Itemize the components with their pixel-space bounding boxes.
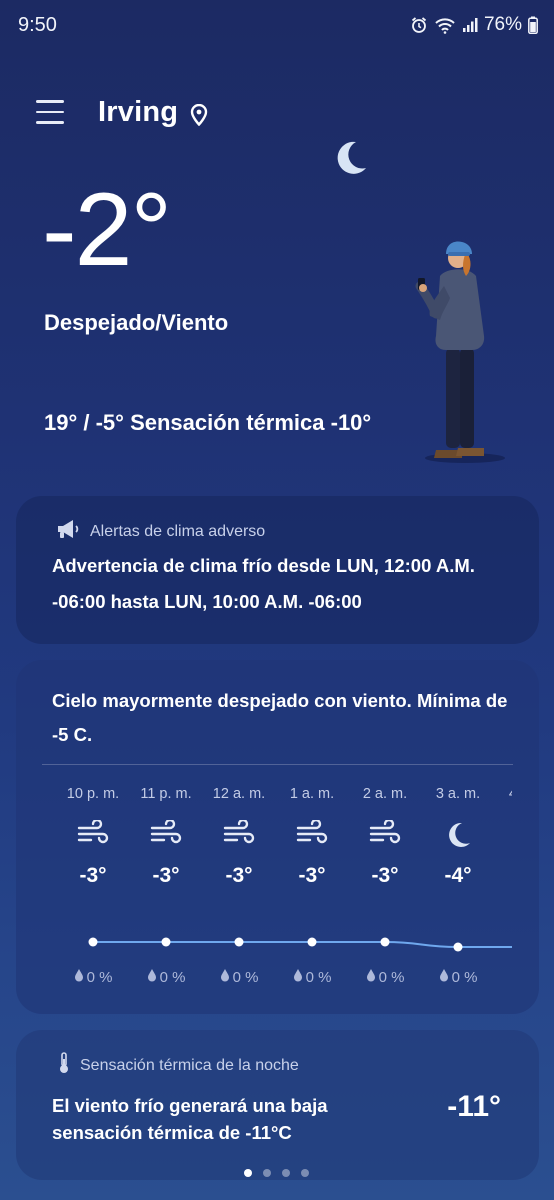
current-temperature: -2° [42, 172, 172, 288]
wifi-icon [434, 16, 456, 34]
battery-level: 76% [483, 14, 522, 35]
page-dot[interactable] [244, 1169, 252, 1177]
feels-like-header: Sensación térmica de la noche [58, 1052, 299, 1079]
weather-alert-card[interactable]: Alertas de clima adverso Advertencia de … [16, 496, 539, 644]
status-icons: 76% [410, 14, 538, 36]
status-bar: 9:50 76% [0, 0, 554, 52]
menu-button[interactable] [36, 100, 64, 126]
alert-title: Alertas de clima adverso [90, 522, 266, 540]
status-time: 9:50 [18, 14, 57, 36]
feels-like-card[interactable]: Sensación térmica de la noche El viento … [16, 1030, 539, 1180]
location-pin-icon [190, 103, 208, 131]
temperature-point [234, 937, 244, 947]
alert-text: Advertencia de clima frío desde LUN, 12:… [52, 555, 475, 612]
city-name[interactable]: Irving [98, 96, 178, 129]
hourly-strip[interactable]: 10 p. m. -3° 0 % 11 p. m. -3° 0 % 12 a. m. -3° 0… [16, 786, 512, 996]
alarm-icon [410, 16, 428, 34]
forecast-summary: Cielo mayormente despejado con viento. M… [52, 690, 508, 745]
divider [42, 764, 513, 765]
feels-like-title: Sensación térmica de la noche [80, 1056, 299, 1074]
temperature-trend-line [88, 937, 512, 952]
temperature-point [453, 942, 463, 952]
crescent-moon-icon [330, 138, 370, 183]
battery-icon [528, 16, 538, 34]
page-dot[interactable] [263, 1169, 271, 1177]
megaphone-icon [56, 518, 80, 545]
page-dot[interactable] [301, 1169, 309, 1177]
temperature-curve [92, 941, 512, 948]
feels-like-text: El viento frío generará una baja sensaci… [52, 1095, 328, 1143]
alert-header: Alertas de clima adverso [56, 518, 265, 545]
signal-icon [462, 17, 478, 33]
temperature-point [161, 937, 171, 947]
person-illustration [410, 238, 530, 469]
feels-like-value: -11° [447, 1090, 501, 1123]
high-low-feels: 19° / -5° Sensación térmica -10° [44, 410, 372, 435]
page-dot[interactable] [282, 1169, 290, 1177]
thermometer-icon [58, 1052, 70, 1079]
current-condition: Despejado/Viento [44, 310, 229, 335]
temperature-point [88, 937, 98, 947]
page-indicator [244, 1169, 309, 1177]
temperature-point [380, 937, 390, 947]
temperature-point [307, 937, 317, 947]
hourly-forecast-card: Cielo mayormente despejado con viento. M… [16, 660, 539, 1014]
